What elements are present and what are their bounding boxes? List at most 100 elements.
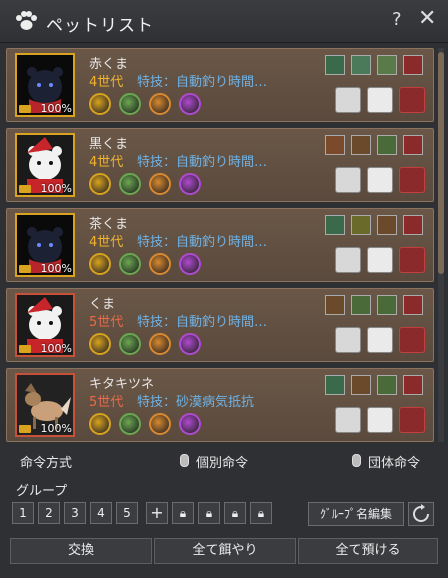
refresh-button[interactable] (408, 502, 434, 526)
pet-card[interactable]: 100% 赤くま 4世代 特技：自動釣り時間… (6, 48, 434, 122)
stamina-stat-icon (119, 333, 141, 355)
group-button-3[interactable]: 3 (64, 502, 86, 524)
window-title: ペットリスト (46, 16, 154, 36)
skill-icon[interactable] (351, 135, 371, 155)
skill-icon[interactable] (325, 215, 345, 235)
pet-skill: 特技：砂漠病気抵抗 (137, 395, 255, 410)
compass-stat-icon (149, 413, 171, 435)
food-tag-icon (19, 105, 31, 113)
add-group-button[interactable]: + (146, 502, 168, 524)
skill-icon[interactable] (377, 215, 397, 235)
group-button-4[interactable]: 4 (90, 502, 112, 524)
lock-icon[interactable]: 🔒︎ (172, 502, 194, 524)
feed-bowl-icon[interactable] (335, 87, 361, 113)
skill-icon[interactable] (325, 295, 345, 315)
skill-icon[interactable] (351, 215, 371, 235)
group-button-5[interactable]: 5 (116, 502, 138, 524)
title-bar[interactable]: ペットリスト ? ✕ (0, 0, 448, 43)
pet-skill: 特技：自動釣り時間… (137, 155, 268, 170)
group-button-1[interactable]: 1 (12, 502, 34, 524)
feed-bowl-icon[interactable] (335, 167, 361, 193)
group-label: グループ (16, 484, 68, 499)
feed-bowl-icon[interactable] (335, 327, 361, 353)
paw-icon[interactable] (367, 407, 393, 433)
stamina-stat-icon (119, 253, 141, 275)
pet-list: 100% 赤くま 4世代 特技：自動釣り時間… 100% 黒くま 4世代 特技：自動釣り時間…… (6, 48, 436, 442)
skill-icon[interactable] (403, 295, 423, 315)
lock-icon[interactable]: 🔒︎ (250, 502, 272, 524)
skill-icon[interactable] (325, 375, 345, 395)
skill-icon[interactable] (325, 55, 345, 75)
skill-icon[interactable] (377, 375, 397, 395)
pet-card[interactable]: 100% 黒くま 4世代 特技：自動釣り時間… (6, 128, 434, 202)
compass-stat-icon (149, 93, 171, 115)
pet-card[interactable]: 100% 茶くま 4世代 特技：自動釣り時間… (6, 208, 434, 282)
paw-icon[interactable] (367, 167, 393, 193)
pet-portrait[interactable]: 100% (15, 133, 75, 197)
skill-icon[interactable] (403, 135, 423, 155)
pet-generation: 4世代 (89, 75, 124, 90)
speed-stat-icon (89, 93, 111, 115)
stamina-stat-icon (119, 93, 141, 115)
group-button-2[interactable]: 2 (38, 502, 60, 524)
speed-stat-icon (89, 173, 111, 195)
pet-name: 茶くま (89, 217, 129, 232)
pet-generation: 5世代 (89, 395, 124, 410)
pet-name: 黒くま (89, 137, 129, 152)
food-tag-icon (19, 425, 31, 433)
skill-icon[interactable] (351, 295, 371, 315)
skill-icon[interactable] (403, 375, 423, 395)
speed-stat-icon (89, 253, 111, 275)
food-tag-icon (19, 185, 31, 193)
pet-portrait[interactable]: 100% (15, 293, 75, 357)
store-all-button[interactable]: 全て預ける (298, 538, 438, 564)
skill-icon[interactable] (351, 375, 371, 395)
mouse-icon (180, 454, 189, 467)
exchange-button[interactable]: 交換 (10, 538, 152, 564)
skill-icon[interactable] (377, 295, 397, 315)
individual-command-option[interactable]: 個別命令 (196, 452, 248, 471)
skill-icon[interactable] (403, 215, 423, 235)
paw-icon[interactable] (367, 327, 393, 353)
pet-name: 赤くま (89, 57, 129, 72)
store-pet-icon[interactable] (399, 247, 425, 273)
pet-portrait[interactable]: 100% (15, 373, 75, 437)
help-button[interactable]: ? (392, 9, 402, 30)
command-mode-label: 命令方式 (20, 456, 73, 471)
scrollbar-thumb[interactable] (438, 52, 444, 274)
hunger-percent: 100% (40, 262, 72, 275)
pet-portrait[interactable]: 100% (15, 53, 75, 117)
store-pet-icon[interactable] (399, 327, 425, 353)
hunger-percent: 100% (40, 182, 72, 195)
pet-skill: 特技：自動釣り時間… (137, 315, 268, 330)
hunger-percent: 100% (40, 342, 72, 355)
store-pet-icon[interactable] (399, 407, 425, 433)
pet-list-window: ペットリスト ? ✕ 100% 赤くま 4世代 特技：自動釣り時間… 100% 黒くま 4世… (0, 0, 448, 578)
store-pet-icon[interactable] (399, 167, 425, 193)
paw-icon[interactable] (367, 87, 393, 113)
pet-portrait[interactable]: 100% (15, 213, 75, 277)
group-command-option[interactable]: 団体命令 (368, 452, 420, 471)
scrollbar[interactable] (438, 48, 444, 442)
skill-icon[interactable] (351, 55, 371, 75)
potion-stat-icon (179, 413, 201, 435)
pet-generation: 5世代 (89, 315, 124, 330)
store-pet-icon[interactable] (399, 87, 425, 113)
pet-card[interactable]: 100% くま 5世代 特技：自動釣り時間… (6, 288, 434, 362)
lock-icon[interactable]: 🔒︎ (198, 502, 220, 524)
hunger-percent: 100% (40, 102, 72, 115)
skill-icon[interactable] (377, 135, 397, 155)
feed-all-button[interactable]: 全て餌やり (154, 538, 296, 564)
feed-bowl-icon[interactable] (335, 407, 361, 433)
group-rename-button[interactable]: ｸﾞﾙｰﾌﾟ名編集 (308, 502, 404, 526)
skill-icon[interactable] (377, 55, 397, 75)
skill-icon[interactable] (403, 55, 423, 75)
feed-bowl-icon[interactable] (335, 247, 361, 273)
lock-icon[interactable]: 🔒︎ (224, 502, 246, 524)
paw-icon[interactable] (367, 247, 393, 273)
speed-stat-icon (89, 333, 111, 355)
close-button[interactable]: ✕ (418, 6, 436, 31)
pet-card[interactable]: 100% キタキツネ 5世代 特技：砂漠病気抵抗 (6, 368, 434, 442)
skill-icon[interactable] (325, 135, 345, 155)
compass-stat-icon (149, 333, 171, 355)
